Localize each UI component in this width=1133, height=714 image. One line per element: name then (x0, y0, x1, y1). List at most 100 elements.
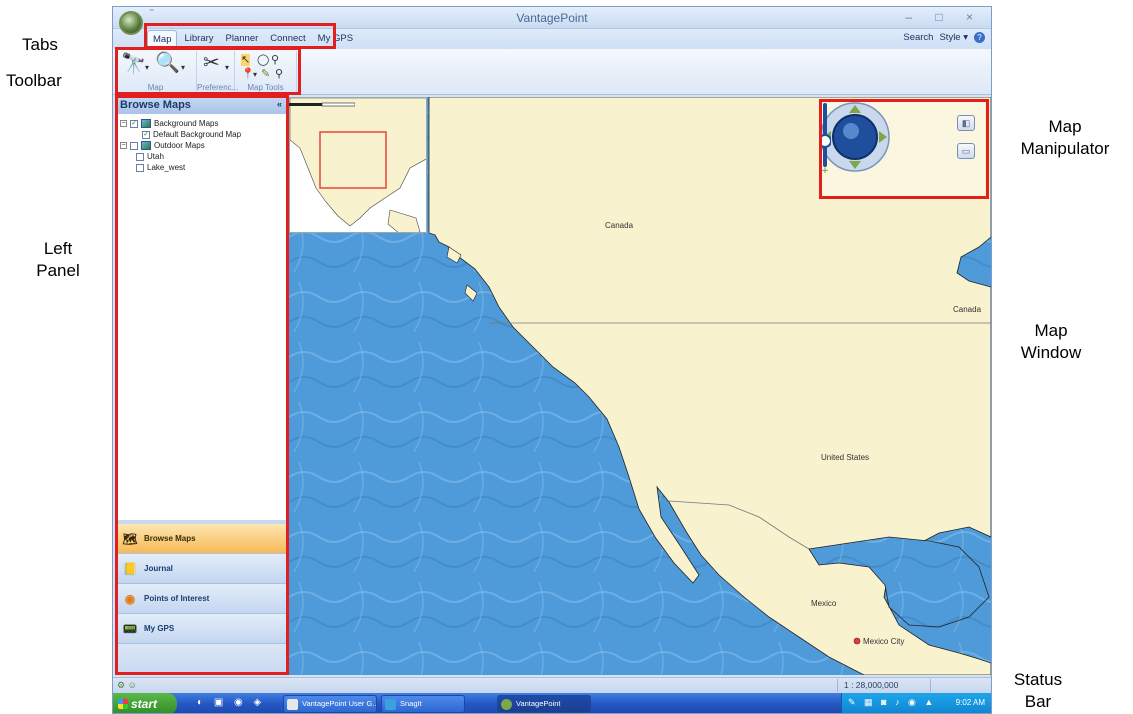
ribbon-group-label: Map (147, 83, 164, 92)
zoom-in-icon[interactable]: ⚲ (271, 54, 279, 66)
tab-library[interactable]: Library (179, 30, 218, 47)
nav-journal[interactable]: 📒 Journal (116, 554, 286, 584)
map-label-canada: Canada (605, 221, 634, 230)
map-tree: − ✓ Background Maps ✓ Default Background… (116, 114, 286, 177)
tree-node-label: Outdoor Maps (154, 141, 205, 150)
map-label-united-states: United States (821, 453, 870, 462)
panel-nav: 🗺 Browse Maps 📒 Journal ◉ Points of Inte… (116, 520, 286, 674)
status-bar: ⚙ ☺ 1 : 28,000,000 (113, 677, 991, 693)
chevron-down-icon[interactable]: ▾ (225, 63, 229, 72)
tree-node-label: Background Maps (154, 119, 219, 128)
tree-node-default-background-map[interactable]: ✓ Default Background Map (120, 129, 282, 140)
map-folder-icon (141, 141, 151, 150)
zoom-out-icon[interactable]: ⚲ (275, 68, 283, 80)
zoom-slider[interactable]: + (819, 101, 831, 173)
map-window[interactable]: Canada Canada United States Mexico Mexic… (289, 97, 991, 675)
window-controls[interactable]: – □ × (905, 10, 983, 24)
tab-my-gps[interactable]: My GPS (313, 30, 358, 47)
style-dropdown[interactable]: Style ▾ (939, 32, 968, 43)
ribbon-group-label: Preferenc... (197, 83, 239, 92)
vantagepoint-icon (501, 699, 512, 710)
checkbox[interactable]: ✓ (130, 119, 138, 128)
lasso-icon[interactable]: ◯ (257, 54, 269, 66)
collapse-icon[interactable]: − (120, 120, 127, 127)
tabs: Map Library Planner Connect My GPS (147, 30, 358, 48)
ribbon-group-map: 🔭 ▾ 🔍 ▾ Map (115, 51, 197, 93)
nav-footer (116, 644, 286, 674)
gps-device-icon: 📟 (122, 621, 138, 636)
nav-my-gps[interactable]: 📟 My GPS (116, 614, 286, 644)
zoom-extent-button[interactable]: ◧ (957, 115, 975, 131)
chevron-down-icon[interactable]: ▾ (145, 63, 149, 72)
clock[interactable]: 9:02 AM (956, 698, 985, 707)
map-icon: 🗺 (122, 531, 138, 546)
poi-icon: ◉ (124, 591, 136, 606)
overview-map[interactable] (289, 97, 427, 233)
ribbon-toolbar: 🔭 ▾ 🔍 ▾ Map ✂ ▾ Preferenc... ↖ ◯ ⚲ 📍 ▾ ✎… (113, 49, 991, 95)
task-snagit[interactable]: SnagIt (381, 695, 465, 713)
nav-points-of-interest[interactable]: ◉ Points of Interest (116, 584, 286, 614)
nav-browse-maps[interactable]: 🗺 Browse Maps (116, 524, 286, 554)
task-label: VantagePoint User G... (302, 699, 377, 708)
collapse-panel-icon[interactable]: « (277, 99, 282, 109)
scale-bar (289, 102, 355, 107)
tree-node-label: Lake_west (147, 163, 186, 172)
nav-label: Points of Interest (144, 594, 210, 603)
map-scale-readout: 1 : 28,000,000 (837, 679, 931, 692)
ribbon-group-preferences: ✂ ▾ Preferenc... (197, 51, 239, 93)
tab-planner[interactable]: Planner (221, 30, 264, 47)
task-vantagepoint-user-guide[interactable]: VantagePoint User G... (283, 695, 377, 713)
app-window: VantagePoint – □ × ⁼ Map Library Planner… (112, 6, 992, 714)
help-icon[interactable]: ? (974, 32, 985, 43)
tray-icons[interactable]: ✎ ▦ ◙ ♪ ◉ ▲ (848, 697, 936, 708)
taskbar: start ◐ ▣ ◉ ◈ VantagePoint User G... Sna… (113, 693, 991, 713)
search-button[interactable]: Search (903, 32, 933, 43)
tree-node-lake-west[interactable]: Lake_west (120, 162, 282, 173)
ribbon-group-map-tools: ↖ ◯ ⚲ 📍 ▾ ✎ ⚲ Map Tools (235, 51, 297, 93)
zoom-previous-button[interactable]: ▭ (957, 143, 975, 159)
mexico-city-marker-icon[interactable] (853, 637, 861, 645)
task-label: VantagePoint (516, 699, 561, 708)
overview-canvas (290, 98, 426, 232)
zoom-select-icon[interactable]: 🔍 (155, 52, 180, 74)
zoom-slider-thumb (819, 134, 831, 148)
annotation-left-panel: Left Panel (36, 239, 80, 280)
svg-text:+: + (821, 166, 829, 173)
annotation-toolbar: Toolbar (6, 71, 62, 90)
quick-launch-icons[interactable]: ◐ ▣ ◉ ◈ (197, 697, 265, 708)
checkbox[interactable] (136, 152, 144, 161)
system-tray: ✎ ▦ ◙ ♪ ◉ ▲ 9:02 AM (841, 693, 991, 713)
app-menu-orb-icon[interactable] (119, 11, 143, 35)
checkbox[interactable] (136, 163, 144, 172)
tools-icon[interactable]: ✂ (203, 52, 220, 74)
task-vantagepoint[interactable]: VantagePoint (497, 695, 591, 713)
chevron-down-icon[interactable]: ▾ (181, 63, 185, 72)
tree-node-utah[interactable]: Utah (120, 151, 282, 162)
map-label-mexico-city: Mexico City (863, 637, 905, 646)
quick-access-toolbar[interactable]: ⁼ (149, 7, 154, 18)
start-button[interactable]: start (113, 693, 177, 713)
tab-connect[interactable]: Connect (265, 30, 310, 47)
tree-node-outdoor-maps[interactable]: − Outdoor Maps (120, 140, 282, 151)
map-folder-icon (141, 119, 151, 128)
tab-map[interactable]: Map (147, 30, 178, 47)
annotation-tabs: Tabs (22, 35, 58, 54)
tree-node-label: Utah (147, 152, 164, 161)
left-panel-title: Browse Maps (120, 99, 191, 111)
pointer-tool-icon[interactable]: ↖ (241, 54, 251, 66)
ribbon-group-label: Map Tools (247, 83, 284, 92)
annotation-map-manipulator: Map Manipulator (1020, 117, 1110, 158)
checkbox[interactable]: ✓ (142, 130, 150, 139)
nav-label: My GPS (144, 624, 175, 633)
tree-node-background-maps[interactable]: − ✓ Background Maps (120, 118, 282, 129)
annotation-map-window: Map Window (1020, 321, 1082, 362)
collapse-icon[interactable]: − (120, 142, 127, 149)
panel-splitter[interactable] (116, 520, 286, 524)
binoculars-icon[interactable]: 🔭 (121, 53, 146, 75)
checkbox[interactable] (130, 141, 138, 150)
measure-icon[interactable]: ✎ (261, 68, 270, 80)
map-label-mexico: Mexico (811, 599, 837, 608)
chevron-down-icon[interactable]: ▾ (253, 70, 257, 79)
status-icons[interactable]: ⚙ ☺ (117, 680, 137, 691)
nav-label: Journal (144, 564, 173, 573)
